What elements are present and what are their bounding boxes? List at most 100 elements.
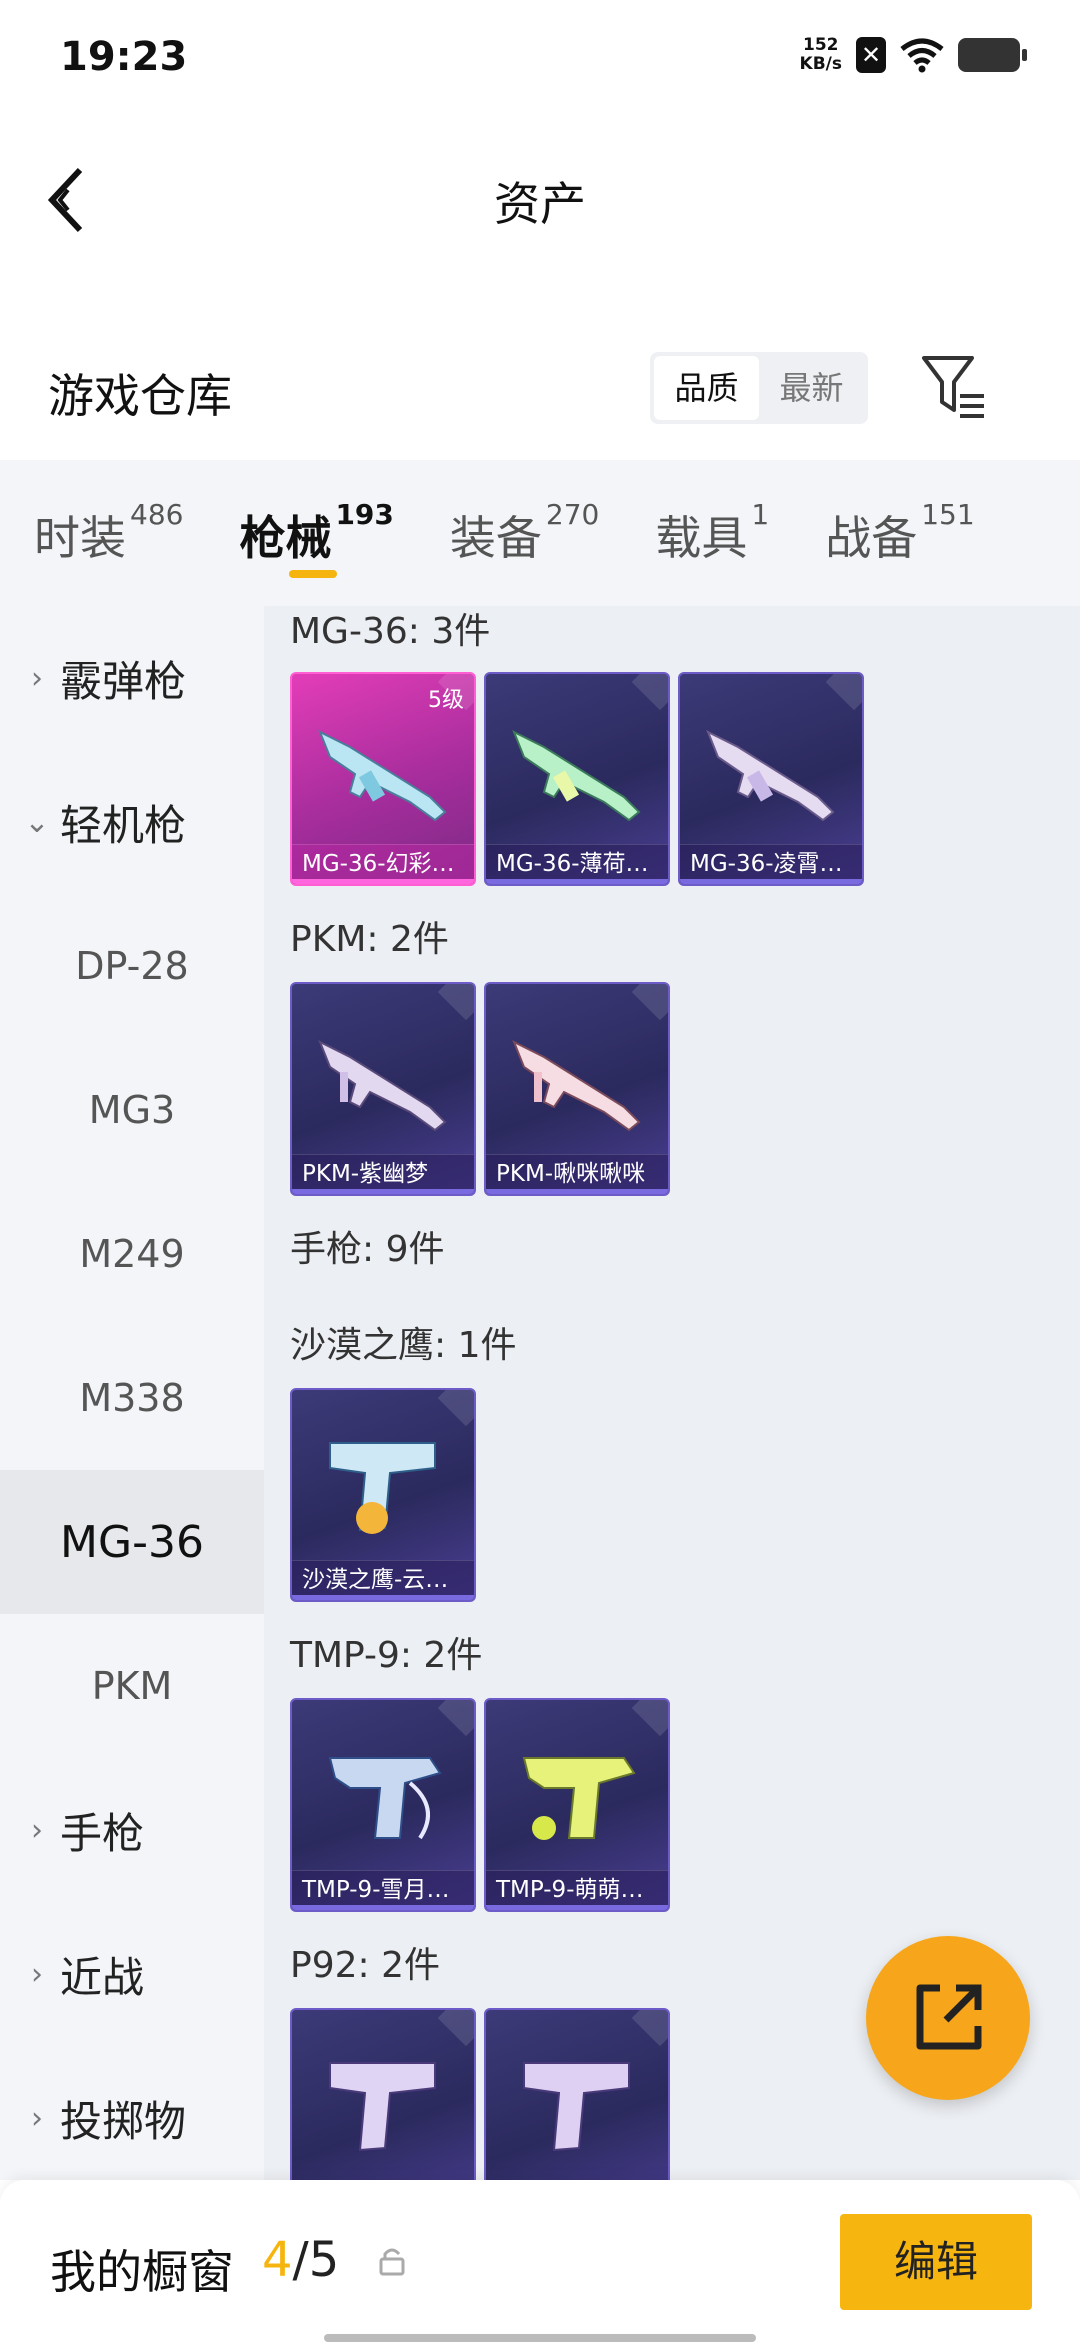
group-title: PKM: 2件 bbox=[290, 919, 449, 960]
rarity-bar bbox=[486, 1189, 668, 1194]
sidebar-item-label: M249 bbox=[79, 1232, 185, 1276]
share-icon bbox=[916, 1984, 982, 2050]
chevron-right-icon: › bbox=[31, 660, 43, 696]
chevron-right-icon: › bbox=[31, 1956, 43, 1992]
sidebar-item-label: MG3 bbox=[88, 1088, 176, 1132]
net-speed: 152 KB/s bbox=[800, 36, 842, 74]
group-title: 沙漠之鹰: 1件 bbox=[290, 1325, 517, 1366]
tab-label: 枪械 bbox=[239, 511, 332, 565]
rifle-icon bbox=[318, 729, 447, 822]
app-header: 资产 bbox=[0, 120, 1080, 280]
skin-card[interactable]: 沙漠之鹰-云… bbox=[290, 1388, 476, 1602]
tab-equipment[interactable]: 装备 270 bbox=[450, 460, 599, 568]
sidebar-item-mg36[interactable]: MG-36 bbox=[0, 1470, 264, 1614]
net-speed-value: 152 bbox=[803, 35, 839, 55]
sidebar-item-melee[interactable]: › 近战 bbox=[0, 1902, 264, 2046]
sidebar-item-m249[interactable]: M249 bbox=[0, 1182, 264, 1326]
chevron-right-icon: › bbox=[31, 1812, 43, 1848]
home-indicator bbox=[324, 2334, 756, 2342]
sidebar-item-label: PKM bbox=[91, 1664, 173, 1708]
sort-quality-option[interactable]: 品质 bbox=[654, 356, 759, 420]
showcase-separator: / bbox=[292, 2232, 309, 2288]
rarity-bar bbox=[292, 879, 474, 884]
skin-card[interactable]: MG-36-薄荷… bbox=[484, 672, 670, 886]
sidebar-item-dp28[interactable]: DP-28 bbox=[0, 894, 264, 1038]
rarity-bar bbox=[292, 1595, 474, 1600]
rifle-icon bbox=[318, 1039, 447, 1132]
skin-card[interactable]: TMP-9-萌萌… bbox=[484, 1698, 670, 1912]
chevron-right-icon: › bbox=[31, 2100, 43, 2136]
rarity-bar bbox=[486, 1905, 668, 1910]
sort-newest-option[interactable]: 最新 bbox=[759, 356, 864, 420]
rarity-bar bbox=[486, 879, 668, 884]
share-button[interactable] bbox=[866, 1936, 1030, 2100]
weapon-category-sidebar: › 霰弹枪 ⌄ 轻机枪 DP-28 MG3 M249 M338 MG-36 PK… bbox=[0, 606, 264, 2180]
wifi-icon bbox=[900, 38, 944, 73]
sidebar-item-pistol[interactable]: › 手枪 bbox=[0, 1758, 264, 1902]
skin-card[interactable]: MG-36-凌霄… bbox=[678, 672, 864, 886]
category-tabs: 时装 486 枪械 193 装备 270 载具 1 战备 151 bbox=[0, 460, 1080, 606]
chevron-down-icon: ⌄ bbox=[24, 804, 50, 840]
warehouse-section-bar: 游戏仓库 品质 最新 bbox=[0, 330, 1080, 460]
skin-card[interactable]: TMP-9-雪月… bbox=[290, 1698, 476, 1912]
sidebar-item-m338[interactable]: M338 bbox=[0, 1326, 264, 1470]
rarity-bar bbox=[292, 1905, 474, 1910]
tab-label: 载具 bbox=[655, 511, 748, 565]
rifle-icon bbox=[512, 1039, 641, 1132]
rarity-bar bbox=[292, 1189, 474, 1194]
sidebar-item-pkm[interactable]: PKM bbox=[0, 1614, 264, 1758]
tab-count: 193 bbox=[335, 498, 394, 531]
group-title: 手枪: 9件 bbox=[290, 1229, 445, 1270]
active-tab-indicator bbox=[289, 570, 338, 578]
skin-card[interactable] bbox=[484, 2008, 670, 2180]
pistol-icon bbox=[329, 2062, 436, 2152]
skin-name: MG-36-幻彩… bbox=[292, 844, 474, 884]
group-title: TMP-9: 2件 bbox=[290, 1635, 483, 1676]
filter-icon[interactable] bbox=[920, 352, 988, 422]
sidebar-item-mg3[interactable]: MG3 bbox=[0, 1038, 264, 1182]
status-icons: 152 KB/s ✕ bbox=[800, 36, 1027, 74]
tab-count: 1 bbox=[751, 498, 770, 531]
showcase-label: 我的橱窗 bbox=[50, 2245, 234, 2299]
group-title: MG-36: 3件 bbox=[290, 611, 491, 652]
sidebar-item-lmg[interactable]: ⌄ 轻机枪 bbox=[0, 750, 264, 894]
sidebar-item-label: 轻机枪 bbox=[60, 800, 187, 850]
tab-battle-gear[interactable]: 战备 151 bbox=[825, 460, 974, 568]
group-title: P92: 2件 bbox=[290, 1945, 440, 1986]
smg-icon bbox=[328, 1757, 442, 1840]
skin-name: PKM-紫幽梦 bbox=[292, 1154, 474, 1194]
skin-name: MG-36-凌霄… bbox=[680, 844, 862, 884]
sidebar-item-shotgun[interactable]: › 霰弹枪 bbox=[0, 606, 264, 750]
showcase-count: 4/5 bbox=[262, 2232, 339, 2288]
sort-toggle: 品质 最新 bbox=[650, 352, 868, 424]
no-sim-icon: ✕ bbox=[856, 37, 886, 73]
sidebar-item-label: 投掷物 bbox=[60, 2096, 187, 2146]
sidebar-item-label: MG-36 bbox=[60, 1516, 204, 1568]
sidebar-item-throwables[interactable]: › 投掷物 bbox=[0, 2046, 264, 2190]
tab-fashion[interactable]: 时装 486 bbox=[34, 460, 183, 568]
rifle-icon bbox=[706, 729, 835, 822]
lock-icon bbox=[379, 2248, 405, 2276]
skin-card[interactable]: PKM-紫幽梦 bbox=[290, 982, 476, 1196]
pistol-icon bbox=[523, 2062, 630, 2152]
skin-name: 沙漠之鹰-云… bbox=[292, 1560, 474, 1600]
sidebar-item-label: 霰弹枪 bbox=[60, 656, 187, 706]
section-title: 游戏仓库 bbox=[48, 369, 232, 423]
skin-card[interactable]: 5级 MG-36-幻彩… bbox=[290, 672, 476, 886]
battery-icon bbox=[958, 38, 1027, 72]
tab-label: 战备 bbox=[825, 511, 918, 565]
showcase-current: 4 bbox=[262, 2232, 293, 2288]
rifle-icon bbox=[512, 729, 641, 822]
net-speed-unit: KB/s bbox=[799, 54, 842, 74]
edit-button[interactable]: 编辑 bbox=[840, 2214, 1032, 2310]
page-title: 资产 bbox=[494, 177, 586, 231]
skin-card[interactable] bbox=[290, 2008, 476, 2180]
tab-label: 装备 bbox=[449, 511, 542, 565]
smg-icon bbox=[522, 1757, 636, 1840]
sidebar-item-label: M338 bbox=[79, 1376, 185, 1420]
tab-vehicles[interactable]: 载具 1 bbox=[655, 460, 769, 568]
showcase-total: 5 bbox=[308, 2232, 340, 2288]
skin-card[interactable]: PKM-啾咪啾咪 bbox=[484, 982, 670, 1196]
tab-guns[interactable]: 枪械 193 bbox=[239, 460, 394, 578]
skin-name: PKM-啾咪啾咪 bbox=[486, 1154, 668, 1194]
